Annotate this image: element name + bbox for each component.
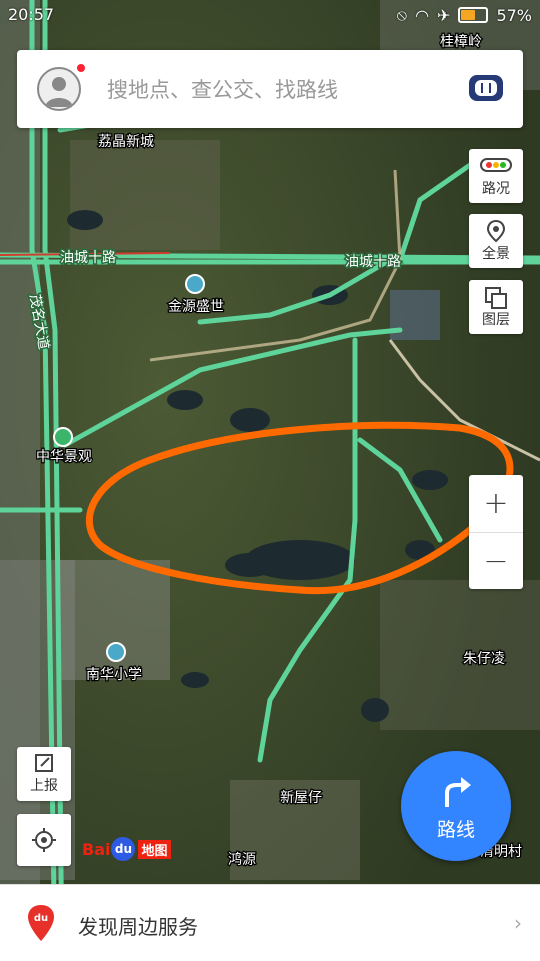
wifi-icon: ◠	[415, 5, 430, 25]
zoom-out-button[interactable]: −	[469, 533, 523, 590]
search-input[interactable]: 搜地点、查公交、找路线	[107, 74, 338, 104]
search-bar[interactable]: 搜地点、查公交、找路线	[17, 50, 523, 128]
map-label-jinyuan: 金源盛世	[168, 299, 224, 315]
map-label-xinwuzai: 新屋仔	[280, 790, 322, 806]
battery-icon	[458, 7, 489, 23]
route-arrow-icon	[445, 777, 471, 807]
nearby-services-label: 发现周边服务	[78, 915, 198, 939]
report-button[interactable]: 上报	[17, 747, 71, 801]
layers-icon	[485, 287, 507, 309]
road-label-youcheng-a: 油城十路	[60, 250, 116, 266]
layers-label: 图层	[482, 312, 510, 328]
status-time: 20:57	[8, 5, 55, 24]
baidu-map-logo: Bai du 地图	[82, 837, 171, 861]
traffic-button[interactable]: 路况	[469, 149, 523, 203]
chevron-right-icon: ›	[514, 911, 522, 935]
alarm-off-icon: ⦸	[396, 5, 408, 24]
map-label-libojing: 荔晶新城	[98, 134, 154, 150]
zoom-control: + −	[469, 475, 523, 589]
traffic-label: 路况	[482, 181, 510, 197]
poi-school-icon[interactable]	[106, 642, 126, 662]
map-label-hongyuan: 鸿源	[228, 851, 256, 868]
panorama-button[interactable]: 全景	[469, 214, 523, 268]
status-bar: 20:57 ⦸ ◠ ✈ 57%	[0, 0, 540, 30]
route-label: 路线	[436, 819, 475, 841]
map-label-nanhua: 南华小学	[86, 667, 142, 683]
poi-building-icon[interactable]	[185, 274, 205, 294]
edit-icon	[35, 754, 53, 772]
layers-button[interactable]: 图层	[469, 280, 523, 334]
map-label-zhonghua: 中华景观	[36, 449, 92, 465]
report-label: 上报	[30, 778, 58, 794]
traffic-light-icon	[480, 158, 512, 172]
notification-dot	[77, 64, 85, 72]
poi-park-icon[interactable]	[53, 427, 73, 447]
svg-text:du: du	[34, 913, 48, 924]
locate-button[interactable]	[17, 814, 71, 866]
battery-percent: 57%	[496, 5, 532, 25]
route-button[interactable]: 路线	[401, 751, 511, 861]
map-label-guizhangling: 桂樟岭	[440, 33, 482, 50]
map-label-zhuzailing: 朱仔凌	[463, 651, 505, 667]
voice-assistant-icon[interactable]	[469, 75, 503, 101]
zoom-in-button[interactable]: +	[469, 475, 523, 532]
nearby-services-bar[interactable]: du 发现周边服务 ›	[0, 884, 540, 961]
baidu-pin-icon: du	[28, 905, 54, 941]
locate-icon	[32, 828, 56, 852]
location-pin-icon	[486, 219, 506, 243]
avatar-icon[interactable]	[37, 67, 81, 111]
airplane-icon: ✈	[437, 5, 451, 25]
panorama-label: 全景	[482, 246, 510, 262]
road-label-youcheng-b: 油城十路	[345, 254, 401, 270]
